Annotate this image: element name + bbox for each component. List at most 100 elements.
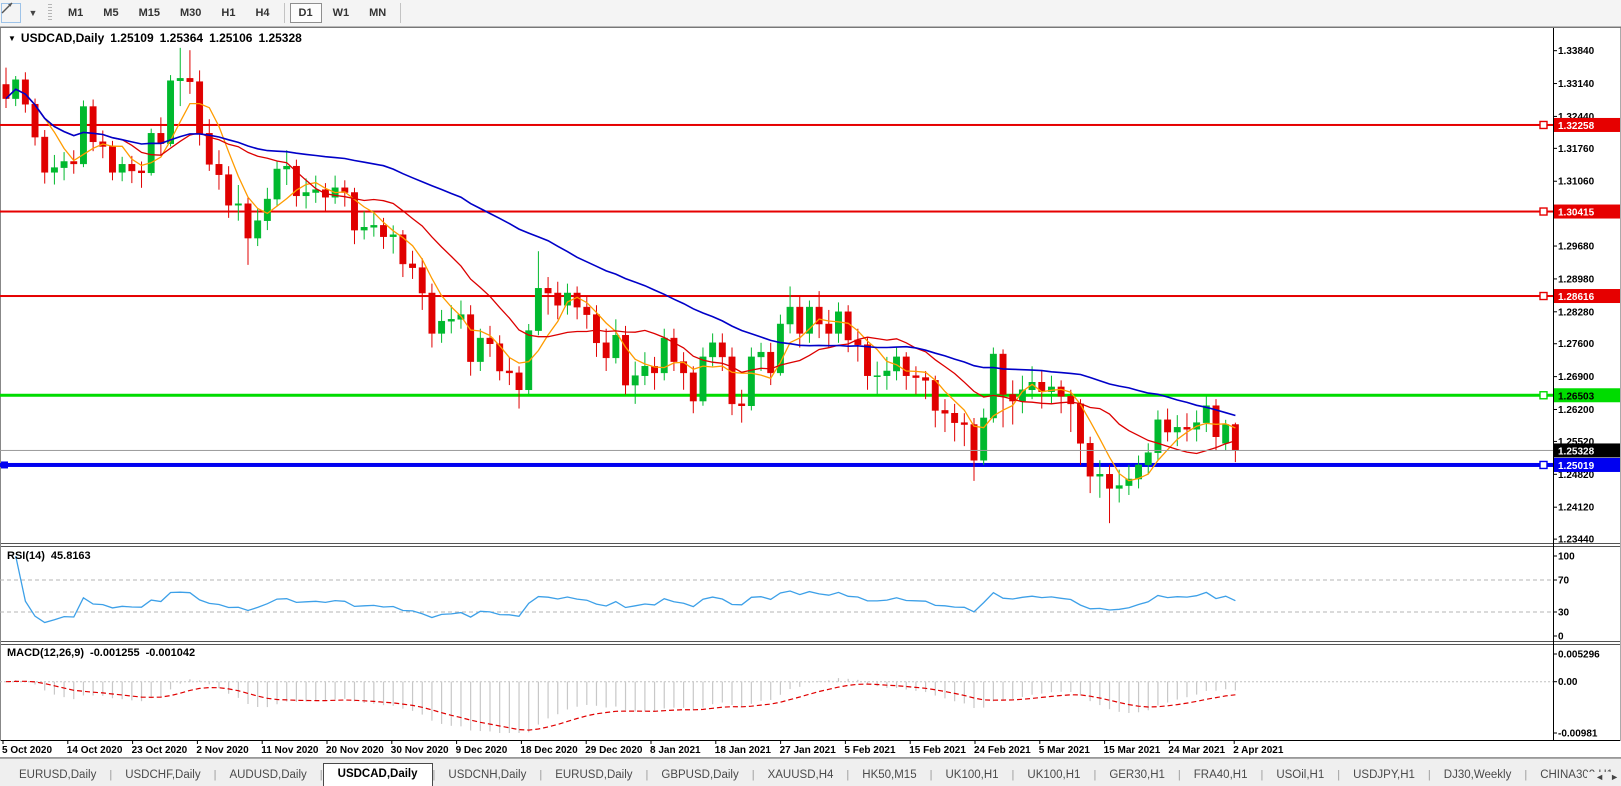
toolbar-separator [400,3,402,23]
svg-text:1.30415: 1.30415 [1558,208,1595,219]
macd-name: MACD(12,26,9) [7,647,85,659]
rsi-tick-label: 70 [1558,576,1570,587]
level-price-tag: 1.25019 [1554,457,1620,472]
timeframe-button-m30[interactable]: M30 [171,3,210,23]
price-tick-label: 1.31760 [1558,144,1595,155]
rsi-indicator-label: RSI(14) 45.8163 [7,550,91,562]
date-tick-label: 2 Nov 2020 [196,745,249,756]
date-tick-label: 15 Feb 2021 [909,745,966,756]
hline-1.26503[interactable] [0,393,1553,397]
svg-text:1.26503: 1.26503 [1558,391,1595,402]
tab-scroll-right-icon[interactable]: ► [1610,772,1619,782]
hline-handle[interactable] [1539,291,1548,301]
date-tick-label: 29 Dec 2020 [585,745,643,756]
chart-tab-audusd-daily[interactable]: AUDUSD,Daily [216,765,319,786]
svg-text:1.25328: 1.25328 [1558,446,1595,457]
price-tick-label: 1.26900 [1558,372,1595,383]
date-tick-label: 11 Nov 2020 [261,745,319,756]
rsi-value: 45.8163 [50,550,91,562]
timeframe-button-h1[interactable]: H1 [212,3,244,23]
chart-tab-gbpusd-daily[interactable]: GBPUSD,Daily [648,765,751,786]
symbol-label: USDCAD,Daily [20,31,105,45]
pane-frames [0,27,1621,758]
price-tick-label: 1.28980 [1558,274,1595,285]
date-tick-label: 5 Oct 2020 [2,745,52,756]
chart-tab-usdcnh-daily[interactable]: USDCNH,Daily [435,765,539,786]
chart-tab-eurusd-daily[interactable]: EURUSD,Daily [542,765,645,786]
timeframe-button-m1[interactable]: M1 [59,3,92,23]
tab-scroll-left-icon[interactable]: ◄ [1595,772,1604,782]
hline-handle[interactable] [1539,120,1548,130]
chart-tab-uk100-h1[interactable]: UK100,H1 [1014,765,1093,786]
hline-handle[interactable] [1539,207,1548,216]
trendline-dropdown-caret-icon[interactable]: ▼ [23,3,43,23]
svg-text:1.28616: 1.28616 [1558,292,1595,303]
chart-tab-hk50-m15[interactable]: HK50,M15 [849,765,929,786]
level-price-tag: 1.26503 [1554,388,1620,403]
price-tick-label: 1.26200 [1558,405,1595,416]
chart-tab-usdchf-daily[interactable]: USDCHF,Daily [112,765,213,786]
chart-tab-eurusd-daily[interactable]: EURUSD,Daily [6,765,109,786]
date-tick-label: 18 Jan 2021 [715,745,772,756]
main-rsi-pane-resize-handle[interactable] [0,540,1621,547]
level-price-tag: 1.30415 [1554,204,1620,219]
rsi-tick-label: 100 [1558,552,1575,563]
chart-tab-usoil-h1[interactable]: USOil,H1 [1263,765,1337,786]
hline-1.28616[interactable] [0,295,1553,298]
symbol-dropdown-icon[interactable]: ▼ [8,34,16,43]
date-tick-label: 15 Mar 2021 [1104,745,1161,756]
date-tick-label: 27 Jan 2021 [780,745,837,756]
chart-tab-uk100-h1[interactable]: UK100,H1 [932,765,1011,786]
hline-1.30415[interactable] [0,210,1553,213]
toolbar-grip[interactable] [48,4,52,22]
chart-tab-xauusd-h4[interactable]: XAUUSD,H4 [755,765,847,786]
price-tick-label: 1.27600 [1558,339,1595,350]
date-tick-label: 20 Nov 2020 [326,745,384,756]
current-price-tag: 1.25328 [1554,443,1620,458]
date-tick-label: 23 Oct 2020 [132,745,188,756]
macd-tick-label: -0.00981 [1558,729,1598,740]
hline-1.25019[interactable] [0,462,1553,467]
hline-handle[interactable] [1539,460,1548,470]
timeframe-button-mn[interactable]: MN [360,3,395,23]
date-tick-label: 8 Jan 2021 [650,745,701,756]
date-tick-label: 24 Mar 2021 [1168,745,1225,756]
trendline-glyph [1,2,13,14]
hline-1.32258[interactable] [0,123,1553,126]
macd-tick-label: 0.00 [1558,677,1578,688]
chart-tab-ger30-h1[interactable]: GER30,H1 [1096,765,1178,786]
macd-tick-label: 0.005296 [1558,650,1600,661]
date-tick-label: 9 Dec 2020 [456,745,508,756]
timeframe-button-m15[interactable]: M15 [130,3,169,23]
level-price-tag: 1.28616 [1554,289,1620,304]
chart-tab-fra40-h1[interactable]: FRA40,H1 [1181,765,1261,786]
hline-handle[interactable] [1539,391,1548,400]
toolbar-separator [283,3,285,23]
trendline-tool-icon[interactable] [1,2,21,23]
timeframe-button-group: M1 M5 M15 M30 H1 H4 D1 W1 MN [58,3,405,23]
ohlc-close: 1.25328 [258,31,302,45]
price-tick-label: 1.29680 [1558,242,1595,253]
chart-tab-usdcad-daily[interactable]: USDCAD,Daily [322,763,433,786]
date-tick-label: 18 Dec 2020 [520,745,578,756]
rsi-tick-label: 30 [1558,608,1570,619]
macd-signal-value: -0.001042 [145,647,196,659]
ohlc-open: 1.25109 [110,31,154,45]
svg-text:1.25019: 1.25019 [1558,461,1595,472]
chart-tab-usdjpy-h1[interactable]: USDJPY,H1 [1340,765,1428,786]
hline-anchor[interactable] [1,461,8,469]
timeframe-button-w1[interactable]: W1 [324,3,359,23]
chart-tab-bar: EURUSD,Daily | USDCHF,Daily | AUDUSD,Daily | U… [0,758,1621,786]
timeframe-button-m5[interactable]: M5 [94,3,127,23]
chart-title: ▼ USDCAD,Daily 1.25109 1.25364 1.25106 1.2532… [8,31,302,45]
rsi-macd-pane-resize-handle[interactable] [0,638,1621,645]
timeframe-button-d1[interactable]: D1 [289,3,322,23]
price-tick-label: 1.28280 [1558,307,1595,318]
current-price-line [0,449,1553,451]
rsi-name: RSI(14) [7,550,45,562]
chart-tab-dj30-weekly[interactable]: DJ30,Weekly [1431,765,1525,786]
ohlc-low: 1.25106 [209,31,253,45]
tab-scroll-arrows: ◄ ► [1587,772,1619,782]
timeframe-button-h4[interactable]: H4 [246,3,278,23]
application-window: ▼ M1 M5 M15 M30 H1 H4 D1 W1 MN 1.33840 1.33140 1.3… [0,0,1621,786]
